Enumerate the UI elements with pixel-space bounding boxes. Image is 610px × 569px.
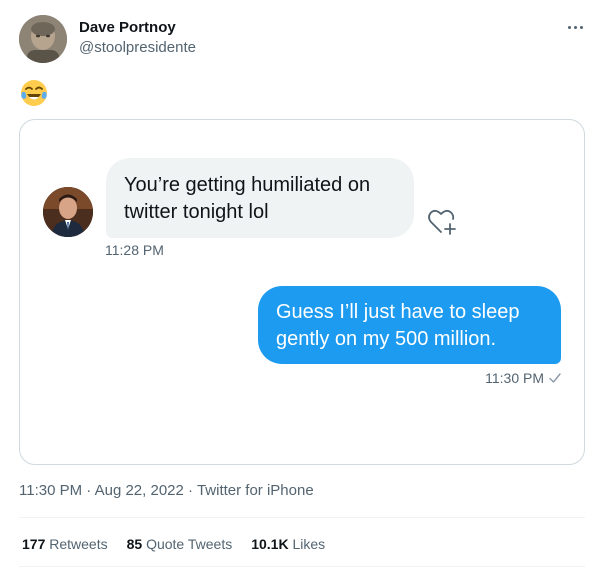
likes-count: 10.1K — [251, 536, 289, 552]
dm-sender-avatar-image — [43, 187, 93, 237]
tweet-time[interactable]: 11:30 PM — [19, 482, 82, 499]
likes-stat[interactable]: 10.1K Likes — [251, 536, 325, 552]
author-handle[interactable]: @stoolpresidente — [79, 39, 196, 56]
quote-tweets-count: 85 — [126, 536, 143, 552]
quote-tweets-stat[interactable]: 85 Quote Tweets — [127, 536, 233, 552]
heart-plus-icon[interactable] — [425, 204, 459, 238]
divider — [19, 566, 585, 567]
tweet-stats: 177 Retweets 85 Quote Tweets 10.1K Likes — [22, 536, 325, 552]
author-name[interactable]: Dave Portnoy — [79, 19, 176, 36]
more-horizontal-icon-dot — [573, 25, 577, 29]
retweets-count: 177 — [22, 536, 46, 552]
sent-message-meta: 11:30 PM — [485, 370, 562, 386]
meta-separator: · — [86, 482, 92, 499]
attached-image-card[interactable]: You’re getting humiliated on twitter ton… — [19, 119, 585, 465]
tweet-text — [19, 78, 51, 108]
received-message-time: 11:28 PM — [105, 242, 164, 258]
tweet-date[interactable]: Aug 22, 2022 — [95, 482, 184, 499]
author-avatar-image — [19, 15, 67, 63]
heart-plus-icon-svg — [428, 209, 456, 235]
tears-of-joy-emoji — [21, 80, 47, 106]
tweet-timestamp-line: 11:30 PM · Aug 22, 2022 · Twitter for iP… — [19, 482, 314, 499]
tweet-source[interactable]: Twitter for iPhone — [197, 482, 314, 499]
likes-label: Likes — [292, 536, 326, 552]
sent-message-bubble: Guess I’ll just have to sleep gently on … — [258, 286, 561, 364]
author-avatar[interactable] — [19, 15, 67, 63]
sent-message-time: 11:30 PM — [485, 370, 544, 386]
quote-tweets-label: Quote Tweets — [146, 536, 233, 552]
meta-separator: · — [188, 482, 194, 499]
received-message-bubble: You’re getting humiliated on twitter ton… — [106, 158, 414, 238]
dm-sender-avatar — [43, 187, 93, 237]
more-options-button[interactable] — [562, 14, 588, 40]
tweet: Dave Portnoy @stoolpresidente You’re get… — [0, 0, 610, 569]
check-icon — [549, 373, 561, 383]
retweets-stat[interactable]: 177 Retweets — [22, 536, 108, 552]
more-horizontal-icon-dot — [579, 25, 583, 29]
divider — [19, 517, 585, 518]
more-horizontal-icon — [567, 25, 571, 29]
retweets-label: Retweets — [49, 536, 108, 552]
